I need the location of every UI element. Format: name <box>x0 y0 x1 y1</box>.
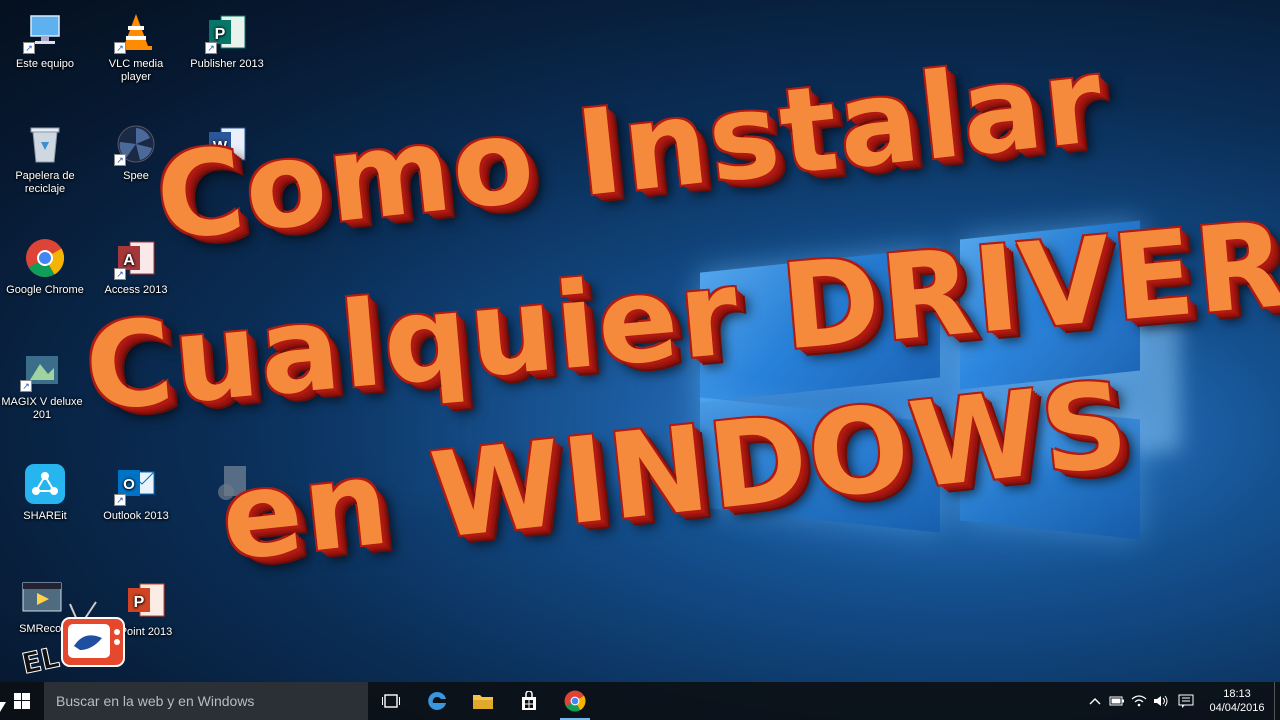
taskbar-store-button[interactable] <box>506 682 552 720</box>
desktop-icon-label: VLC media player <box>108 58 164 83</box>
computer-icon: ↗ <box>23 10 67 54</box>
channel-logo: EL <box>18 600 142 690</box>
windows-logo-icon <box>14 693 30 709</box>
svg-text:O: O <box>123 476 135 493</box>
desktop-icon-label: Este equipo <box>15 58 75 70</box>
chrome-icon <box>564 690 586 712</box>
desktop-icon-label: Outlook 2013 <box>103 510 169 522</box>
access-icon: A ↗ <box>114 236 158 280</box>
taskbar-clock[interactable]: 18:13 04/04/2016 <box>1200 687 1274 715</box>
vlc-icon: ↗ <box>114 10 158 54</box>
taskbar-file-explorer-button[interactable] <box>460 682 506 720</box>
taskbar-search-box[interactable]: Buscar en la web y en Windows <box>44 682 368 720</box>
desktop-icon-magix[interactable]: ↗ MAGIX V deluxe 201 <box>0 348 84 422</box>
action-center-icon[interactable] <box>1172 682 1200 720</box>
chrome-icon <box>23 236 67 280</box>
start-button[interactable] <box>0 682 44 720</box>
desktop-icon-label: Google Chrome <box>6 284 84 296</box>
taskbar-chrome-button[interactable] <box>552 682 598 720</box>
desktop-icon-vlc[interactable]: ↗ VLC media player <box>94 10 178 84</box>
folder-icon <box>473 695 493 709</box>
desktop-icon-label: MAGIX V deluxe 201 <box>1 396 83 421</box>
publisher-icon: P ↗ <box>205 10 249 54</box>
desktop-icon-label: Publisher 2013 <box>190 58 264 70</box>
battery-icon[interactable] <box>1106 682 1128 720</box>
taskbar-edge-button[interactable] <box>414 682 460 720</box>
search-placeholder: Buscar en la web y en Windows <box>56 693 255 709</box>
edge-icon <box>428 691 446 710</box>
desktop-icon-chrome[interactable]: Google Chrome <box>3 236 87 297</box>
task-view-icon <box>382 694 400 708</box>
svg-text:P: P <box>215 26 226 43</box>
desktop-icon-papelera[interactable]: Papelera de reciclaje <box>3 122 87 196</box>
desktop-icon-label: Papelera de reciclaje <box>15 170 75 195</box>
recycle-bin-icon <box>23 122 67 166</box>
desktop-icon-label: SHAREit <box>23 510 67 522</box>
store-icon <box>522 691 536 710</box>
wifi-icon[interactable] <box>1128 682 1150 720</box>
desktop-icon-publisher[interactable]: P ↗ Publisher 2013 <box>185 10 269 71</box>
volume-icon[interactable] <box>1150 682 1172 720</box>
shareit-icon <box>23 462 67 506</box>
svg-text:EL: EL <box>22 641 62 681</box>
show-hidden-icons-chevron-up-icon[interactable] <box>1084 682 1106 720</box>
system-tray: 18:13 04/04/2016 <box>1084 682 1280 720</box>
clock-date: 04/04/2016 <box>1209 702 1265 714</box>
desktop-icon-shareit[interactable]: SHAREit <box>3 462 87 523</box>
outlook-icon: O ↗ <box>114 462 158 506</box>
show-desktop-button[interactable] <box>1274 682 1280 720</box>
desktop-icon-outlook[interactable]: O ↗ Outlook 2013 <box>94 462 178 523</box>
task-view-button[interactable] <box>368 682 414 720</box>
svg-text:A: A <box>123 252 135 269</box>
desktop-icon-este-equipo[interactable]: ↗ Este equipo <box>3 10 87 71</box>
clock-time: 18:13 <box>1223 688 1251 700</box>
desktop-icon-label: Spee <box>123 170 149 182</box>
magix-icon: ↗ <box>20 348 64 392</box>
taskbar: Buscar en la web y en Windows 18:13 04/0… <box>0 682 1280 720</box>
mouse-cursor <box>0 702 6 712</box>
